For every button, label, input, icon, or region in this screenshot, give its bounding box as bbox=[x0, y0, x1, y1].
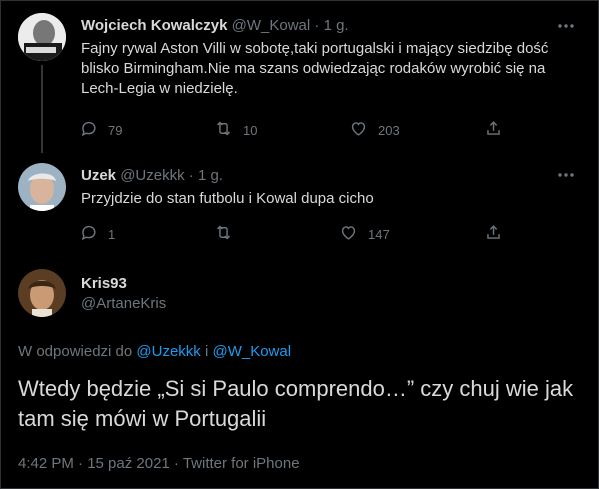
share-icon bbox=[484, 223, 503, 245]
avatar-kris93-image bbox=[18, 269, 66, 317]
tweet-time[interactable]: 1 g. bbox=[324, 17, 349, 34]
avatar-kowal-image bbox=[18, 13, 66, 61]
reply-count: 79 bbox=[108, 122, 123, 138]
avatar-uzek[interactable] bbox=[18, 163, 66, 211]
tweet-timestamp-source[interactable]: 4:42 PM · 15 paź 2021 · Twitter for iPho… bbox=[18, 455, 300, 472]
author-name[interactable]: Wojciech Kowalczyk bbox=[81, 17, 227, 34]
replying-link-w-kowal[interactable]: @W_Kowal bbox=[212, 343, 291, 360]
retweet-button[interactable]: 10 bbox=[214, 119, 257, 141]
like-button[interactable]: 147 bbox=[339, 223, 390, 245]
reply-button[interactable]: 79 bbox=[79, 119, 122, 141]
tweet-header: Uzek @Uzekkk · 1 g. bbox=[81, 167, 223, 184]
replying-link-uzekkk[interactable]: @Uzekkk bbox=[136, 343, 200, 360]
retweet-icon bbox=[214, 119, 233, 141]
more-horizontal-icon[interactable] bbox=[556, 165, 576, 185]
reply-bubble-icon bbox=[79, 119, 98, 141]
tweet-text: Fajny rywal Aston Villi w sobotę,taki po… bbox=[81, 40, 549, 97]
author-handle[interactable]: @Uzekkk bbox=[120, 167, 184, 184]
heart-icon bbox=[349, 119, 368, 141]
tweet-actions: 79 10 203 bbox=[79, 119, 598, 139]
retweet-count: 10 bbox=[243, 122, 258, 138]
like-count: 203 bbox=[378, 122, 400, 138]
retweet-button[interactable] bbox=[214, 223, 243, 245]
reply-bubble-icon bbox=[79, 223, 98, 245]
main-tweet-text: Wtedy będzie „Si si Paulo comprendo…” cz… bbox=[18, 376, 574, 431]
retweet-icon bbox=[214, 223, 233, 245]
share-icon bbox=[484, 119, 503, 141]
reply-count: 1 bbox=[108, 226, 116, 242]
tweet-time[interactable]: 1 g. bbox=[198, 167, 223, 184]
author-name[interactable]: Uzek bbox=[81, 167, 116, 184]
avatar-uzek-image bbox=[18, 163, 66, 211]
tweet-actions: 1 147 bbox=[79, 223, 598, 243]
tweet-thread: Wojciech Kowalczyk @W_Kowal · 1 g. Fajny… bbox=[0, 0, 599, 489]
tweet-uzek[interactable]: Uzek @Uzekkk · 1 g. Przyjdzie do stan fu… bbox=[1, 153, 598, 257]
main-author-name[interactable]: Kris93 bbox=[81, 275, 127, 292]
avatar-kris93[interactable] bbox=[18, 269, 66, 317]
tweet-header: Wojciech Kowalczyk @W_Kowal · 1 g. bbox=[81, 17, 349, 34]
main-author-handle[interactable]: @ArtaneKris bbox=[81, 295, 166, 312]
like-count: 147 bbox=[368, 226, 390, 242]
share-button[interactable] bbox=[484, 223, 503, 245]
thread-connector bbox=[41, 65, 43, 153]
replying-to: W odpowiedzi do @Uzekkk i @W_Kowal bbox=[18, 343, 291, 360]
more-horizontal-icon[interactable] bbox=[556, 16, 576, 36]
heart-icon bbox=[339, 223, 358, 245]
author-handle[interactable]: @W_Kowal bbox=[232, 17, 311, 34]
like-button[interactable]: 203 bbox=[349, 119, 400, 141]
share-button[interactable] bbox=[484, 119, 503, 141]
reply-button[interactable]: 1 bbox=[79, 223, 115, 245]
avatar-kowal[interactable] bbox=[18, 13, 66, 61]
replying-joiner: i bbox=[200, 343, 213, 360]
tweet-text: Przyjdzie do stan futbolu i Kowal dupa c… bbox=[81, 190, 374, 207]
replying-prefix: W odpowiedzi do bbox=[18, 343, 137, 360]
tweet-kowal[interactable]: Wojciech Kowalczyk @W_Kowal · 1 g. Fajny… bbox=[1, 1, 598, 153]
